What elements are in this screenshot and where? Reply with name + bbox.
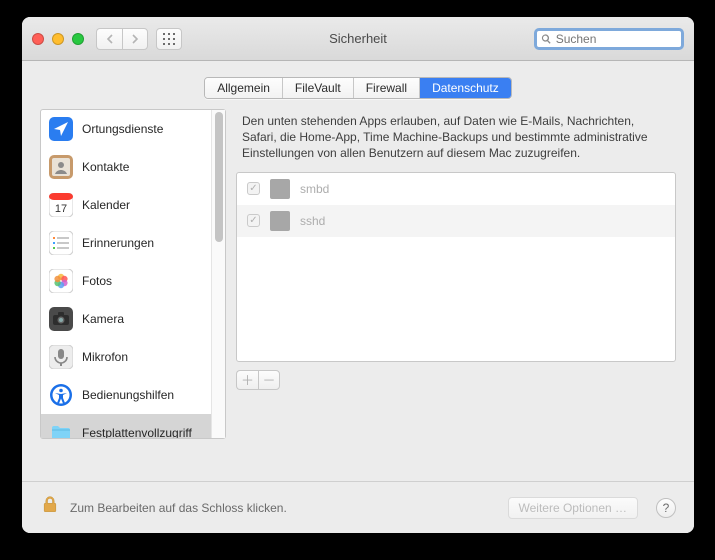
- content-area: Ortungsdienste Kontakte 17 Kalender Erinneru…: [22, 109, 694, 451]
- zoom-button[interactable]: [72, 33, 84, 45]
- lock-icon[interactable]: [40, 495, 60, 520]
- sidebar-item-label: Festplattenvollzugriff: [82, 426, 192, 438]
- help-button[interactable]: ?: [656, 498, 676, 518]
- sidebar-item-label: Fotos: [82, 274, 112, 288]
- location-icon: [49, 117, 73, 141]
- close-button[interactable]: [32, 33, 44, 45]
- app-checkbox[interactable]: ✓: [247, 182, 260, 195]
- app-checkbox[interactable]: ✓: [247, 214, 260, 227]
- sidebar-item-camera[interactable]: Kamera: [41, 300, 211, 338]
- accessibility-icon: [49, 383, 73, 407]
- svg-text:17: 17: [55, 203, 67, 215]
- titlebar: Sicherheit: [22, 17, 694, 61]
- scrollbar-thumb[interactable]: [215, 112, 223, 242]
- sidebar-item-label: Ortungsdienste: [82, 122, 163, 136]
- sidebar-item-label: Kalender: [82, 198, 130, 212]
- tab-datenschutz[interactable]: Datenschutz: [420, 78, 511, 98]
- category-sidebar: Ortungsdienste Kontakte 17 Kalender Erinneru…: [40, 109, 226, 439]
- folder-icon: [49, 421, 73, 438]
- sidebar-item-label: Erinnerungen: [82, 236, 154, 250]
- app-name: sshd: [300, 214, 325, 228]
- camera-icon: [49, 307, 73, 331]
- back-button[interactable]: [96, 28, 122, 50]
- traffic-lights: [32, 33, 84, 45]
- sidebar-item-location[interactable]: Ortungsdienste: [41, 110, 211, 148]
- app-row[interactable]: ✓ smbd: [237, 173, 675, 205]
- search-field[interactable]: [534, 28, 684, 50]
- description-text: Den unten stehenden Apps erlauben, auf D…: [236, 109, 676, 172]
- nav-buttons: [96, 28, 148, 50]
- tabs-bar: AllgemeinFileVaultFirewallDatenschutz: [22, 61, 694, 109]
- app-list: ✓ smbd ✓ sshd: [236, 172, 676, 362]
- sidebar-item-label: Bedienungshilfen: [82, 388, 174, 402]
- search-icon: [541, 33, 552, 45]
- detail-pane: Den unten stehenden Apps erlauben, auf D…: [236, 109, 676, 439]
- sidebar-item-label: Kontakte: [82, 160, 129, 174]
- sidebar-scrollbar[interactable]: [211, 110, 225, 438]
- sidebar-item-photos[interactable]: Fotos: [41, 262, 211, 300]
- sidebar-item-label: Mikrofon: [82, 350, 128, 364]
- sidebar-item-folder[interactable]: Festplattenvollzugriff: [41, 414, 211, 438]
- microphone-icon: [49, 345, 73, 369]
- lock-text: Zum Bearbeiten auf das Schloss klicken.: [70, 501, 287, 515]
- tab-filevault[interactable]: FileVault: [283, 78, 354, 98]
- add-button[interactable]: ＋: [236, 370, 258, 390]
- app-row[interactable]: ✓ sshd: [237, 205, 675, 237]
- add-remove-group: ＋ －: [236, 370, 676, 390]
- tab-firewall[interactable]: Firewall: [354, 78, 420, 98]
- contacts-icon: [49, 155, 73, 179]
- photos-icon: [49, 269, 73, 293]
- forward-button[interactable]: [122, 28, 148, 50]
- sidebar-item-accessibility[interactable]: Bedienungshilfen: [41, 376, 211, 414]
- search-input[interactable]: [556, 32, 677, 46]
- sidebar-item-reminders[interactable]: Erinnerungen: [41, 224, 211, 262]
- tab-allgemein[interactable]: Allgemein: [205, 78, 283, 98]
- terminal-icon: [270, 179, 290, 199]
- footer-bar: Zum Bearbeiten auf das Schloss klicken. …: [22, 481, 694, 533]
- app-name: smbd: [300, 182, 329, 196]
- more-options-button[interactable]: Weitere Optionen …: [508, 497, 639, 519]
- sidebar-item-contacts[interactable]: Kontakte: [41, 148, 211, 186]
- sidebar-item-microphone[interactable]: Mikrofon: [41, 338, 211, 376]
- terminal-icon: [270, 211, 290, 231]
- sidebar-item-label: Kamera: [82, 312, 124, 326]
- sidebar-item-calendar[interactable]: 17 Kalender: [41, 186, 211, 224]
- calendar-icon: 17: [49, 193, 73, 217]
- reminders-icon: [49, 231, 73, 255]
- show-all-button[interactable]: [156, 28, 182, 50]
- remove-button[interactable]: －: [258, 370, 280, 390]
- minimize-button[interactable]: [52, 33, 64, 45]
- prefs-window: Sicherheit AllgemeinFileVaultFirewallDat…: [22, 17, 694, 533]
